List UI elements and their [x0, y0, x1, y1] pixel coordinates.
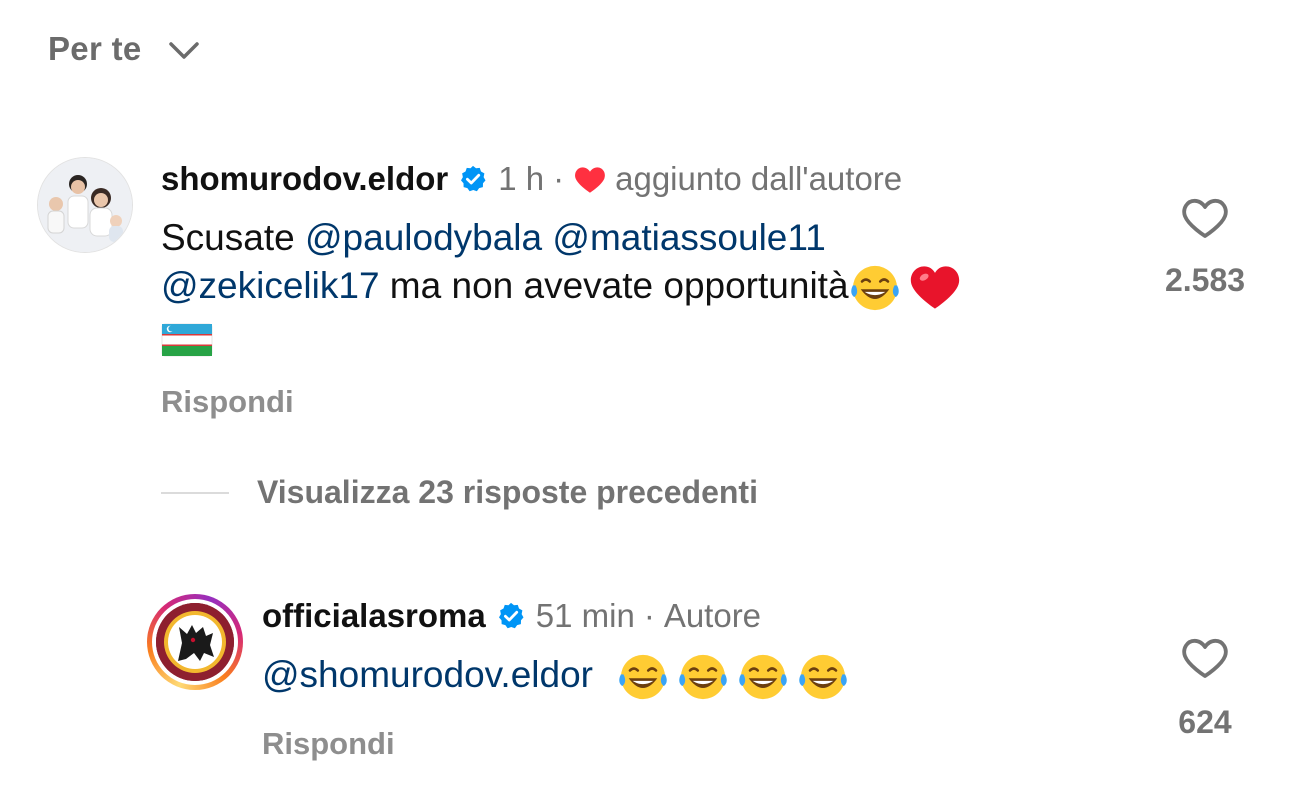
comment-time: 51 min	[535, 597, 635, 634]
author-label: Autore	[663, 597, 762, 634]
laughing-tears-emoji-icon	[799, 655, 848, 700]
chevron-down-icon	[168, 42, 199, 59]
reply-button[interactable]: Rispondi	[262, 726, 395, 762]
reply-button[interactable]: Rispondi	[161, 384, 294, 420]
comment-username[interactable]: shomurodov.eldor	[161, 160, 448, 198]
uzbekistan-flag-emoji-icon	[161, 323, 213, 357]
laughing-tears-emoji-icon	[850, 266, 899, 311]
mention-link[interactable]: @matiassoule11	[552, 217, 825, 258]
separator-dot: ·	[643, 597, 655, 634]
like-column: 624	[1150, 636, 1260, 741]
feed-title: Per te	[48, 30, 142, 67]
mention-link[interactable]: @zekicelik17	[161, 265, 380, 306]
separator-dot: ·	[553, 160, 565, 197]
laughing-tears-emoji-icon	[739, 655, 788, 700]
avatar	[156, 603, 234, 681]
comment-meta: shomurodov.eldor 1 h · aggiunto dall'aut…	[161, 160, 902, 198]
laughing-tears-emoji-icon	[619, 655, 668, 700]
divider-line	[161, 491, 229, 494]
emoji-row	[609, 654, 849, 700]
like-count: 2.583	[1164, 262, 1246, 298]
heart-outline-icon[interactable]	[1181, 196, 1229, 240]
feed-selector[interactable]: Per te	[48, 30, 200, 68]
author-liked-label: aggiunto dall'autore	[615, 160, 903, 197]
heart-filled-icon	[575, 167, 606, 193]
comment-text-body: ma non avevate opportunità	[379, 265, 849, 306]
heart-outline-icon[interactable]	[1181, 636, 1229, 680]
comment-text: @shomurodov.eldor	[262, 651, 849, 703]
comment-time: 1 h	[498, 160, 545, 197]
verified-badge-icon	[461, 165, 486, 192]
laughing-tears-emoji-icon	[679, 655, 728, 700]
comment-text: Scusate @paulodybala @matiassoule11 @zek…	[161, 214, 1121, 362]
comment-username[interactable]: officialasroma	[262, 597, 486, 635]
family-photo-icon	[38, 158, 132, 252]
comment-meta: officialasroma 51 min · Autore	[262, 597, 761, 635]
like-count: 624	[1178, 704, 1232, 740]
verified-badge-icon	[498, 602, 524, 629]
mention-link[interactable]: @shomurodov.eldor	[262, 654, 593, 695]
comment-text-prefix: Scusate	[161, 217, 305, 258]
red-heart-emoji-icon	[910, 266, 959, 309]
view-replies-label: Visualizza 23 risposte precedenti	[257, 474, 758, 510]
view-previous-replies[interactable]: Visualizza 23 risposte precedenti	[161, 474, 758, 511]
avatar-story-ring[interactable]	[147, 594, 243, 690]
mention-link[interactable]: @paulodybala	[305, 217, 542, 258]
like-column: 2.583	[1150, 196, 1260, 299]
roma-wolf-logo-icon	[156, 603, 234, 681]
avatar[interactable]	[37, 157, 133, 253]
